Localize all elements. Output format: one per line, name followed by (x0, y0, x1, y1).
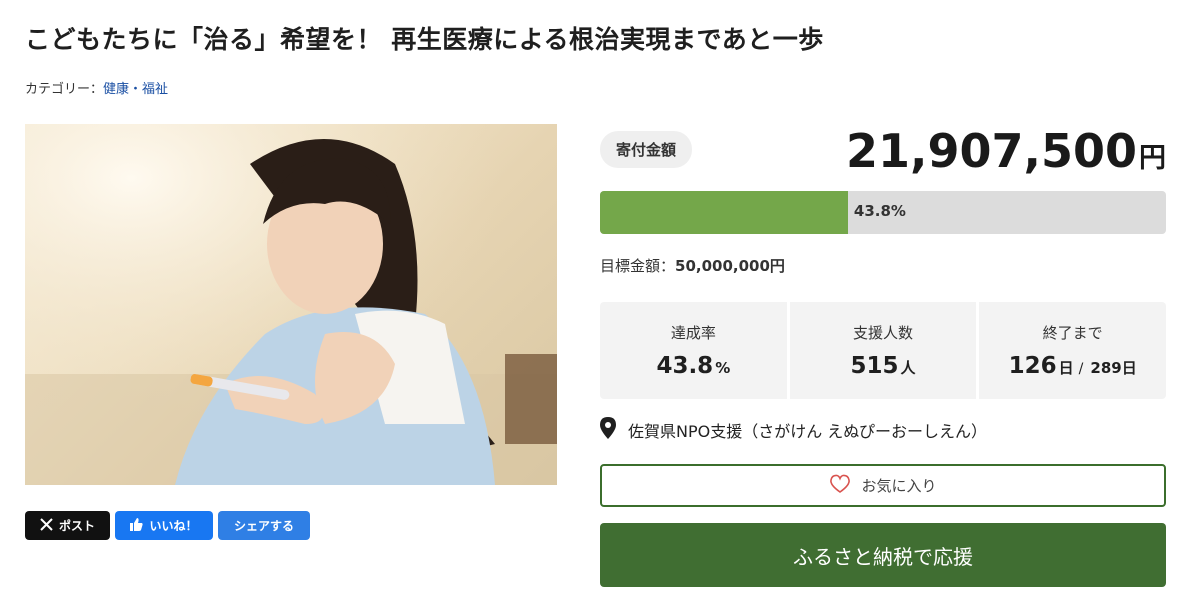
donation-amount-unit: 円 (1139, 143, 1166, 174)
donate-button[interactable]: ふるさと納税で応援 (600, 523, 1166, 587)
category-label: カテゴリー： (25, 82, 104, 97)
stat-remaining: 終了まで 126 日/ 289日 (979, 302, 1167, 399)
x-post-label: ポスト (58, 519, 95, 533)
stat-remaining-label: 終了まで (1042, 324, 1103, 342)
supporters-number: 515 (850, 353, 899, 379)
stat-supporters: 支援人数 515 人 (789, 302, 977, 399)
location-text: 佐賀県NPO支援（さがけん えぬぴーおーしえん） (628, 422, 987, 441)
page-title: こどもたちに「治る」希望を！ 再生医療による根治実現まであと一歩 (25, 25, 824, 54)
stat-achievement-value: 43.8% (656, 353, 730, 379)
donation-amount: 21,907,500円 (846, 124, 1166, 178)
share-buttons: ポスト いいね！ シェアする (25, 511, 310, 540)
favorite-label: お気に入り (861, 477, 937, 495)
location-row: 佐賀県NPO支援（さがけん えぬぴーおーしえん） (600, 417, 987, 443)
project-photo (25, 124, 557, 485)
achievement-unit: % (715, 359, 731, 377)
stat-supporters-value: 515 人 (850, 353, 915, 379)
stat-remaining-value: 126 日/ 289日 (1009, 353, 1137, 379)
remaining-days-number: 126 (1008, 353, 1057, 379)
heart-icon (829, 474, 851, 498)
goal-value: 50,000,000円 (675, 257, 785, 275)
donation-amount-badge: 寄付金額 (600, 131, 693, 168)
stats-panel: 達成率 43.8% 支援人数 515 人 終了まで 126 日/ 289日 (600, 302, 1167, 399)
thumbs-up-icon (130, 517, 144, 534)
progress-fill (600, 191, 848, 234)
share-button[interactable]: シェアする (218, 511, 310, 540)
map-pin-icon (600, 417, 616, 443)
achievement-number: 43.8 (656, 353, 714, 379)
favorite-button[interactable]: お気に入り (600, 464, 1166, 507)
goal-label: 目標金額： (600, 257, 676, 275)
supporters-unit: 人 (900, 359, 916, 377)
category-link[interactable]: 健康・福祉 (103, 82, 168, 97)
total-days: 289日 (1090, 359, 1137, 377)
progress-bar: 43.8% (600, 191, 1166, 234)
x-logo-icon (40, 517, 53, 534)
share-label: シェアする (233, 519, 294, 533)
x-post-button[interactable]: ポスト (25, 511, 110, 540)
donation-amount-value: 21,907,500 (845, 124, 1137, 178)
like-label: いいね！ (149, 519, 198, 533)
remaining-days-unit: 日 (1058, 359, 1074, 377)
remaining-separator: / (1078, 361, 1084, 377)
stat-achievement: 達成率 43.8% (600, 302, 787, 399)
stat-achievement-label: 達成率 (670, 324, 716, 342)
stat-supporters-label: 支援人数 (853, 324, 914, 342)
goal-amount: 目標金額：50,000,000円 (600, 255, 785, 276)
category-line: カテゴリー：健康・福祉 (25, 78, 168, 97)
facebook-like-button[interactable]: いいね！ (115, 511, 213, 540)
progress-label: 43.8% (853, 202, 906, 220)
girl-illustration (25, 124, 557, 485)
